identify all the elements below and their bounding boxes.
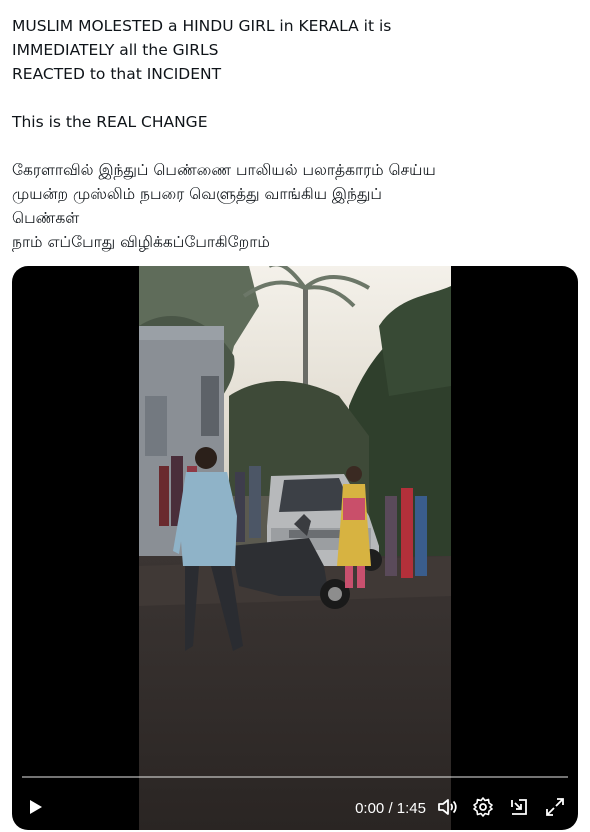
minimize-button[interactable]: [506, 796, 532, 822]
time-separator: /: [384, 800, 397, 817]
expand-icon: [544, 796, 566, 822]
settings-button[interactable]: [470, 796, 496, 822]
progress-bar[interactable]: [22, 776, 568, 778]
post-text-line: IMMEDIATELY all the GIRLS: [12, 41, 219, 59]
post-text-line: [12, 134, 578, 158]
duration: 1:45: [396, 800, 426, 817]
post-text-line: This is the REAL CHANGE: [12, 113, 208, 131]
play-icon: [26, 798, 44, 820]
time-display: 0:00 / 1:45: [355, 800, 426, 818]
post-text-line: நாம் எப்போது விழிக்கப்போகிறோம்: [12, 233, 270, 251]
fullscreen-button[interactable]: [542, 796, 568, 822]
volume-icon: [436, 796, 458, 822]
gear-icon: [472, 796, 494, 822]
volume-button[interactable]: [434, 796, 460, 822]
post-text: MUSLIM MOLESTED a HINDU GIRL in KERALA i…: [12, 14, 578, 254]
video-player[interactable]: 0:00 / 1:45: [12, 266, 578, 830]
post-text-line: MUSLIM MOLESTED a HINDU GIRL in KERALA i…: [12, 17, 392, 35]
post-text-line: REACTED to that INCIDENT: [12, 65, 222, 83]
pip-icon: [508, 796, 530, 822]
post-text-line: [12, 86, 578, 110]
video-controls: 0:00 / 1:45: [12, 766, 578, 830]
video-frame[interactable]: [139, 266, 451, 830]
post-text-line: கேரளாவில் இந்துப் பெண்ணை பாலியல் பலாத்கா…: [12, 161, 436, 179]
current-time: 0:00: [355, 800, 385, 817]
play-button[interactable]: [22, 796, 48, 822]
post-text-line: முயன்ற முஸ்லிம் நபரை வெளுத்து வாங்கிய இந…: [12, 185, 382, 203]
post-text-line: பெண்கள்: [12, 209, 80, 227]
